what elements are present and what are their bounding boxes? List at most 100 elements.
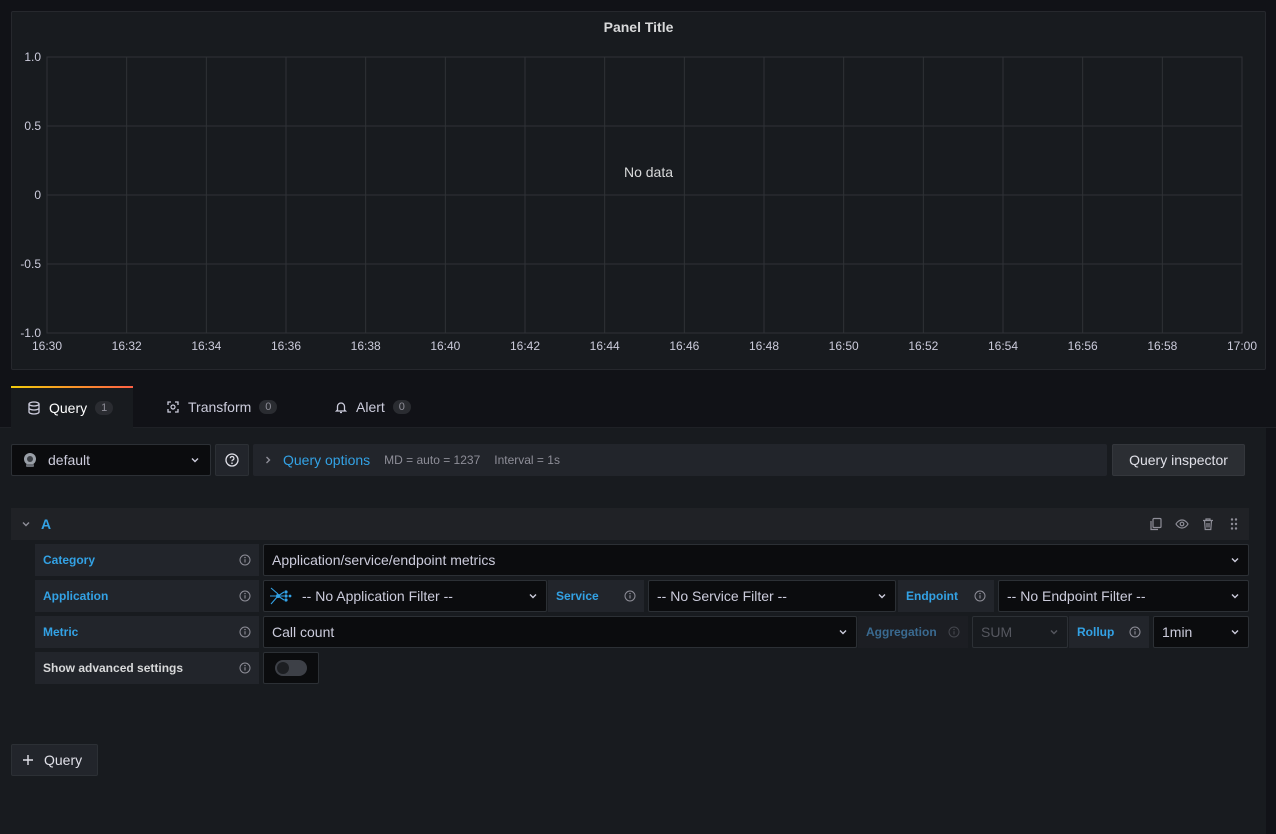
info-icon[interactable] bbox=[239, 590, 251, 602]
x-tick-label: 16:36 bbox=[271, 339, 301, 353]
y-tick-label: 0.5 bbox=[24, 119, 41, 133]
category-select[interactable]: Application/service/endpoint metrics bbox=[263, 544, 1249, 576]
chevron-down-icon bbox=[878, 594, 886, 599]
drag-handle-icon[interactable] bbox=[1227, 517, 1241, 531]
x-tick-label: 16:50 bbox=[829, 339, 859, 353]
endpoint-select[interactable]: -- No Endpoint Filter -- bbox=[998, 580, 1249, 612]
tab-alert[interactable]: Alert 0 bbox=[318, 386, 427, 428]
advanced-label-box: Show advanced settings bbox=[35, 652, 259, 684]
tab-transform-count: 0 bbox=[259, 400, 278, 414]
chevron-down-icon bbox=[1231, 630, 1239, 635]
application-value: -- No Application Filter -- bbox=[302, 588, 453, 604]
application-select[interactable]: -- No Application Filter -- bbox=[263, 580, 547, 612]
chart: 1.0 0.5 0 -0.5 -1.016:30 16:32 16:34 16:36 16:38… bbox=[20, 50, 1257, 353]
advanced-settings-toggle[interactable] bbox=[275, 660, 307, 676]
category-value: Application/service/endpoint metrics bbox=[272, 552, 496, 568]
chevron-down-icon bbox=[1231, 594, 1239, 599]
add-query-button[interactable]: Query bbox=[11, 744, 98, 776]
info-icon[interactable] bbox=[239, 626, 251, 638]
query-ref-id[interactable]: A bbox=[41, 516, 51, 532]
x-tick-label: 16:30 bbox=[32, 339, 62, 353]
tab-alert-count: 0 bbox=[392, 400, 411, 414]
bell-icon bbox=[334, 402, 348, 414]
x-tick-label: 16:40 bbox=[430, 339, 460, 353]
datasource-help-button[interactable] bbox=[215, 444, 249, 476]
plus-icon bbox=[23, 755, 33, 765]
query-inspector-button[interactable]: Query inspector bbox=[1112, 444, 1245, 476]
x-tick-label: 16:44 bbox=[590, 339, 620, 353]
aggregation-label-box: Aggregation bbox=[858, 616, 968, 648]
x-tick-label: 16:54 bbox=[988, 339, 1018, 353]
x-tick-label: 16:32 bbox=[112, 339, 142, 353]
tab-query[interactable]: Query 1 bbox=[11, 386, 133, 428]
eye-icon[interactable] bbox=[1175, 517, 1189, 531]
x-tick-label: 16:48 bbox=[749, 339, 779, 353]
application-tier-icon bbox=[270, 587, 292, 605]
no-data-message: No data bbox=[624, 164, 673, 180]
rollup-value: 1min bbox=[1162, 624, 1193, 640]
toggle-knob bbox=[277, 662, 289, 674]
rollup-label-box: Rollup bbox=[1069, 616, 1149, 648]
endpoint-label: Endpoint bbox=[906, 589, 958, 603]
rollup-select[interactable]: 1min bbox=[1153, 616, 1249, 648]
collapse-chevron-icon[interactable] bbox=[21, 519, 31, 529]
chevron-down-icon bbox=[1231, 558, 1239, 563]
category-label-box: Category bbox=[35, 544, 259, 576]
info-icon[interactable] bbox=[1129, 626, 1141, 638]
endpoint-label-box: Endpoint bbox=[898, 580, 994, 612]
help-icon bbox=[225, 453, 239, 467]
x-tick-label: 16:38 bbox=[351, 339, 381, 353]
add-query-label: Query bbox=[44, 752, 83, 768]
metric-label-box: Metric bbox=[35, 616, 259, 648]
x-tick-label: 16:42 bbox=[510, 339, 540, 353]
chevron-right-icon bbox=[266, 456, 271, 464]
metric-select[interactable]: Call count bbox=[263, 616, 857, 648]
query-options-interval: Interval = 1s bbox=[494, 453, 560, 467]
x-tick-label: 16:56 bbox=[1068, 339, 1098, 353]
chevron-down-icon bbox=[191, 458, 199, 463]
chevron-down-icon bbox=[529, 594, 537, 599]
query-options-md: MD = auto = 1237 bbox=[384, 453, 481, 467]
editor-tabs: Query 1 Transform 0 Alert 0 bbox=[0, 386, 1276, 428]
duplicate-icon[interactable] bbox=[1149, 517, 1163, 531]
graph-panel: Panel Title 1.0 0.5 0 -0.5 -1.0 16:30 16:32 16:… bbox=[11, 11, 1266, 370]
x-tick-label: 16:46 bbox=[669, 339, 699, 353]
query-row-header[interactable]: A bbox=[11, 508, 1249, 540]
tab-query-label: Query bbox=[49, 400, 88, 416]
category-label: Category bbox=[43, 553, 96, 567]
trash-icon[interactable] bbox=[1201, 517, 1215, 531]
info-icon[interactable] bbox=[239, 662, 251, 674]
aggregation-select: SUM bbox=[972, 616, 1068, 648]
datasource-select[interactable]: default bbox=[11, 444, 211, 476]
datasource-name: default bbox=[48, 452, 91, 468]
application-label: Application bbox=[43, 589, 109, 603]
query-options-label: Query options bbox=[283, 452, 371, 468]
service-value: -- No Service Filter -- bbox=[657, 588, 787, 604]
y-tick-label: 1.0 bbox=[24, 50, 41, 64]
x-tick-label: 16:58 bbox=[1147, 339, 1177, 353]
metric-value: Call count bbox=[272, 624, 335, 640]
info-icon[interactable] bbox=[624, 590, 636, 602]
x-tick-label: 16:52 bbox=[908, 339, 938, 353]
metric-label: Metric bbox=[43, 625, 79, 639]
info-icon[interactable] bbox=[974, 590, 986, 602]
info-icon bbox=[948, 626, 960, 638]
query-row-actions bbox=[1149, 508, 1241, 540]
query-options-toggle[interactable]: Query options MD = auto = 1237 Interval … bbox=[253, 444, 1107, 476]
service-select[interactable]: -- No Service Filter -- bbox=[648, 580, 896, 612]
y-tick-label: -0.5 bbox=[20, 257, 41, 271]
info-icon[interactable] bbox=[239, 554, 251, 566]
transform-icon bbox=[167, 401, 179, 413]
aggregation-value: SUM bbox=[981, 624, 1013, 640]
application-label-box: Application bbox=[35, 580, 259, 612]
advanced-settings-switch-box bbox=[263, 652, 319, 684]
datasource-logo-icon bbox=[24, 453, 36, 467]
query-editor: default Query options MD = auto = 1237 I… bbox=[0, 428, 1266, 834]
chevron-down-icon bbox=[1050, 630, 1058, 635]
x-tick-label: 17:00 bbox=[1227, 339, 1257, 353]
x-tick-label: 16:34 bbox=[191, 339, 221, 353]
tab-transform[interactable]: Transform 0 bbox=[150, 386, 293, 428]
tab-query-count: 1 bbox=[95, 401, 114, 415]
chevron-down-icon bbox=[839, 630, 847, 635]
aggregation-label: Aggregation bbox=[866, 625, 937, 639]
